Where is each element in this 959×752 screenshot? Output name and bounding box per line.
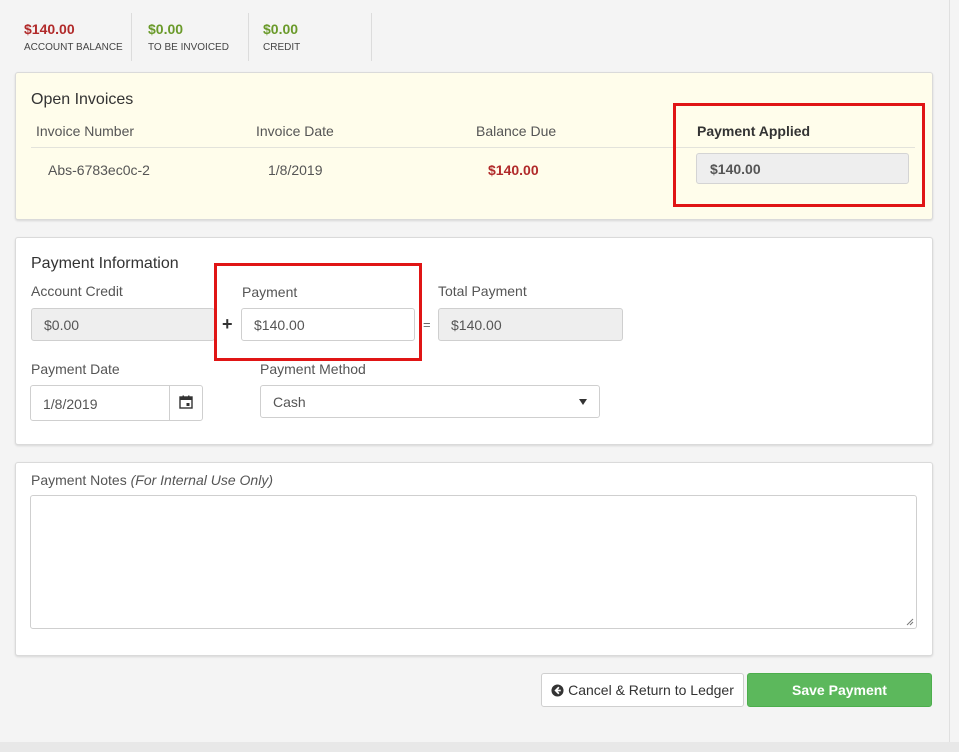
stat-divider — [371, 13, 372, 61]
payment-notes-label: Payment Notes (For Internal Use Only) — [31, 472, 273, 488]
total-payment-field: $140.00 — [438, 308, 623, 341]
equals-icon: = — [423, 317, 431, 332]
account-credit-label: Account Credit — [31, 283, 123, 299]
payment-method-select[interactable]: Cash — [260, 385, 600, 418]
col-invoice-number: Invoice Number — [36, 123, 135, 139]
dropdown-arrow-icon — [579, 399, 587, 405]
to-be-invoiced-label: TO BE INVOICED — [148, 42, 229, 53]
to-be-invoiced-value: $0.00 — [148, 21, 184, 37]
account-balance-stat: $140.00 ACCOUNT BALANCE — [0, 13, 132, 61]
account-balance-value: $140.00 — [24, 21, 75, 37]
col-invoice-date: Invoice Date — [256, 123, 334, 139]
open-invoices-title: Open Invoices — [31, 91, 134, 108]
account-balance-label: ACCOUNT BALANCE — [24, 42, 123, 53]
col-balance-due: Balance Due — [476, 123, 557, 139]
cancel-return-label: Cancel & Return to Ledger — [568, 682, 734, 698]
balance-due-cell: $140.00 — [488, 162, 539, 178]
circle-arrow-left-icon — [551, 683, 564, 697]
highlight-frame-payment — [214, 263, 422, 361]
calendar-button[interactable] — [169, 386, 202, 421]
page-edge-line — [949, 0, 950, 742]
bottom-band — [0, 742, 959, 752]
payment-notes-hint: (For Internal Use Only) — [130, 472, 273, 488]
account-summary: $140.00 ACCOUNT BALANCE $0.00 TO BE INVO… — [0, 13, 372, 61]
payment-notes-textarea[interactable] — [30, 495, 917, 629]
credit-value: $0.00 — [263, 21, 299, 37]
to-be-invoiced-stat: $0.00 TO BE INVOICED — [132, 13, 249, 61]
payment-notes-panel: Payment Notes (For Internal Use Only) — [15, 462, 933, 656]
payment-information-title: Payment Information — [31, 255, 179, 272]
invoice-date-cell: 1/8/2019 — [268, 162, 323, 178]
payment-method-label: Payment Method — [260, 361, 366, 377]
payment-method-value: Cash — [273, 394, 306, 410]
payment-information-panel: Payment Information Account Credit $0.00… — [15, 237, 933, 445]
payment-date-label: Payment Date — [31, 361, 120, 377]
account-credit-field: $0.00 — [31, 308, 215, 341]
payment-date-value: 1/8/2019 — [43, 396, 98, 412]
total-payment-label: Total Payment — [438, 283, 527, 299]
highlight-frame-payment-applied — [673, 103, 925, 207]
open-invoices-panel: Open Invoices Invoice Number Invoice Dat… — [15, 72, 933, 220]
calendar-icon — [179, 395, 193, 409]
cancel-return-button[interactable]: Cancel & Return to Ledger — [541, 673, 744, 707]
save-payment-button[interactable]: Save Payment — [747, 673, 932, 707]
credit-stat: $0.00 CREDIT — [249, 13, 372, 61]
resize-handle-icon[interactable] — [906, 618, 914, 626]
payment-notes-label-text: Payment Notes — [31, 472, 127, 488]
invoice-number-cell: Abs-6783ec0c-2 — [48, 162, 150, 178]
credit-label: CREDIT — [263, 42, 301, 53]
payment-date-input[interactable]: 1/8/2019 — [30, 385, 203, 421]
